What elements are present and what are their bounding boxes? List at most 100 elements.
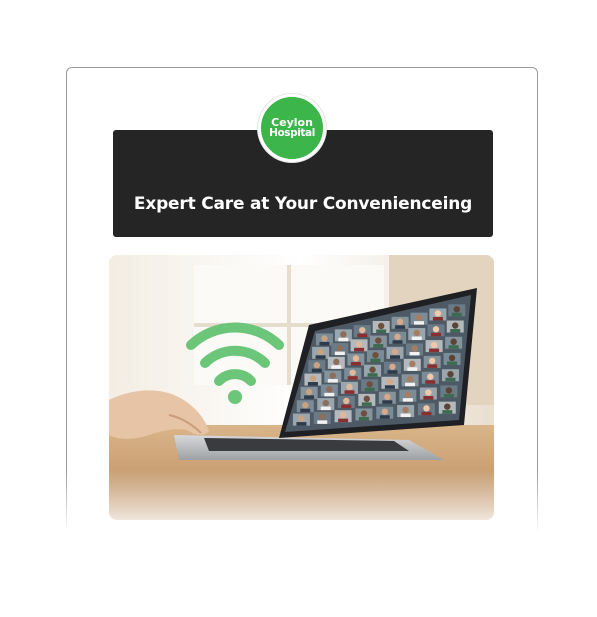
participant-face (366, 381, 373, 388)
participant-body (387, 370, 398, 374)
participant-body (407, 367, 418, 371)
participant-body (448, 345, 459, 349)
participant-face (319, 413, 326, 421)
participant-face (394, 333, 401, 340)
participant-face (432, 326, 440, 333)
participant-face (452, 322, 459, 329)
participant-face (434, 310, 442, 317)
participant-face (450, 338, 457, 345)
participant-body (384, 385, 395, 389)
participant-body (442, 410, 453, 414)
participant-face (381, 408, 388, 415)
participant-face (346, 383, 353, 391)
participant-face (359, 326, 366, 334)
participant-face (430, 341, 438, 349)
participant-face (313, 361, 320, 369)
participant-body (350, 361, 361, 366)
participant-face (305, 388, 313, 396)
participant-face (343, 397, 350, 405)
participant-body (324, 392, 335, 397)
participant-face (406, 376, 414, 383)
participant-body (367, 373, 378, 377)
participant-body (341, 404, 352, 408)
participant-face (411, 345, 418, 352)
participant-face (355, 341, 363, 348)
participant-body (334, 351, 345, 356)
participant-body (327, 379, 338, 383)
participant-face (340, 331, 347, 338)
participant-face (413, 329, 420, 337)
banner-title: Expert Care at Your Convenienceing (133, 194, 473, 214)
participant-face (444, 403, 451, 410)
participant-body (409, 351, 420, 356)
participant-body (451, 312, 462, 317)
participant-body (414, 321, 425, 325)
participant-face (352, 355, 360, 362)
card-fade (60, 470, 544, 560)
participant-face (445, 387, 453, 394)
participant-face (336, 344, 344, 352)
participant-face (298, 415, 305, 422)
participant-face (360, 410, 368, 417)
participant-body (357, 333, 368, 338)
participant-body (331, 365, 342, 369)
participant-body (423, 396, 434, 400)
participant-face (302, 402, 309, 409)
participant-body (427, 364, 438, 368)
participant-body (311, 368, 322, 373)
participant-face (339, 411, 347, 419)
participant-body (402, 398, 413, 402)
participant-face (322, 399, 329, 407)
participant-face (386, 378, 394, 385)
participant-body (395, 325, 406, 329)
participant-face (447, 370, 454, 378)
participant-body (431, 332, 442, 337)
participant-body (447, 361, 458, 365)
participant-face (409, 360, 416, 368)
participant-body (443, 393, 454, 398)
participant-face (384, 393, 391, 400)
participant-body (364, 387, 375, 392)
participant-face (321, 335, 328, 342)
participant-body (429, 348, 440, 353)
participant-body (373, 344, 384, 348)
participant-body (361, 402, 372, 406)
participant-face (391, 348, 399, 355)
participant-body (358, 416, 369, 421)
participant-face (427, 373, 434, 380)
participant-face (375, 337, 382, 344)
participant-body (319, 341, 330, 346)
participant-face (349, 369, 356, 376)
participant-body (389, 355, 400, 359)
participant-face (377, 322, 385, 330)
participant-face (402, 406, 409, 414)
participant-body (382, 400, 393, 404)
participant-face (333, 358, 340, 366)
participant-body (445, 377, 456, 382)
participant-body (344, 390, 355, 394)
hospital-logo: Ceylon Hospital (258, 94, 326, 162)
participant-body (320, 406, 331, 411)
participant-face (389, 363, 396, 370)
participant-body (405, 382, 416, 387)
participant-face (428, 357, 436, 365)
participant-body (450, 329, 461, 333)
participant-body (296, 422, 307, 426)
participant-face (423, 405, 430, 412)
logo-line-2: Hospital (269, 127, 315, 139)
participant-face (309, 375, 317, 382)
wifi-dot (228, 390, 242, 404)
participant-face (326, 386, 333, 393)
participant-body (317, 420, 328, 424)
participant-face (369, 366, 376, 373)
participant-body (338, 337, 349, 342)
participant-body (354, 347, 365, 352)
participant-body (421, 411, 432, 416)
participant-face (415, 314, 423, 321)
participant-face (372, 351, 379, 359)
participant-body (411, 336, 422, 341)
participant-body (425, 380, 436, 384)
participant-body (300, 408, 311, 413)
participant-body (379, 415, 390, 419)
participant-body (307, 382, 318, 386)
